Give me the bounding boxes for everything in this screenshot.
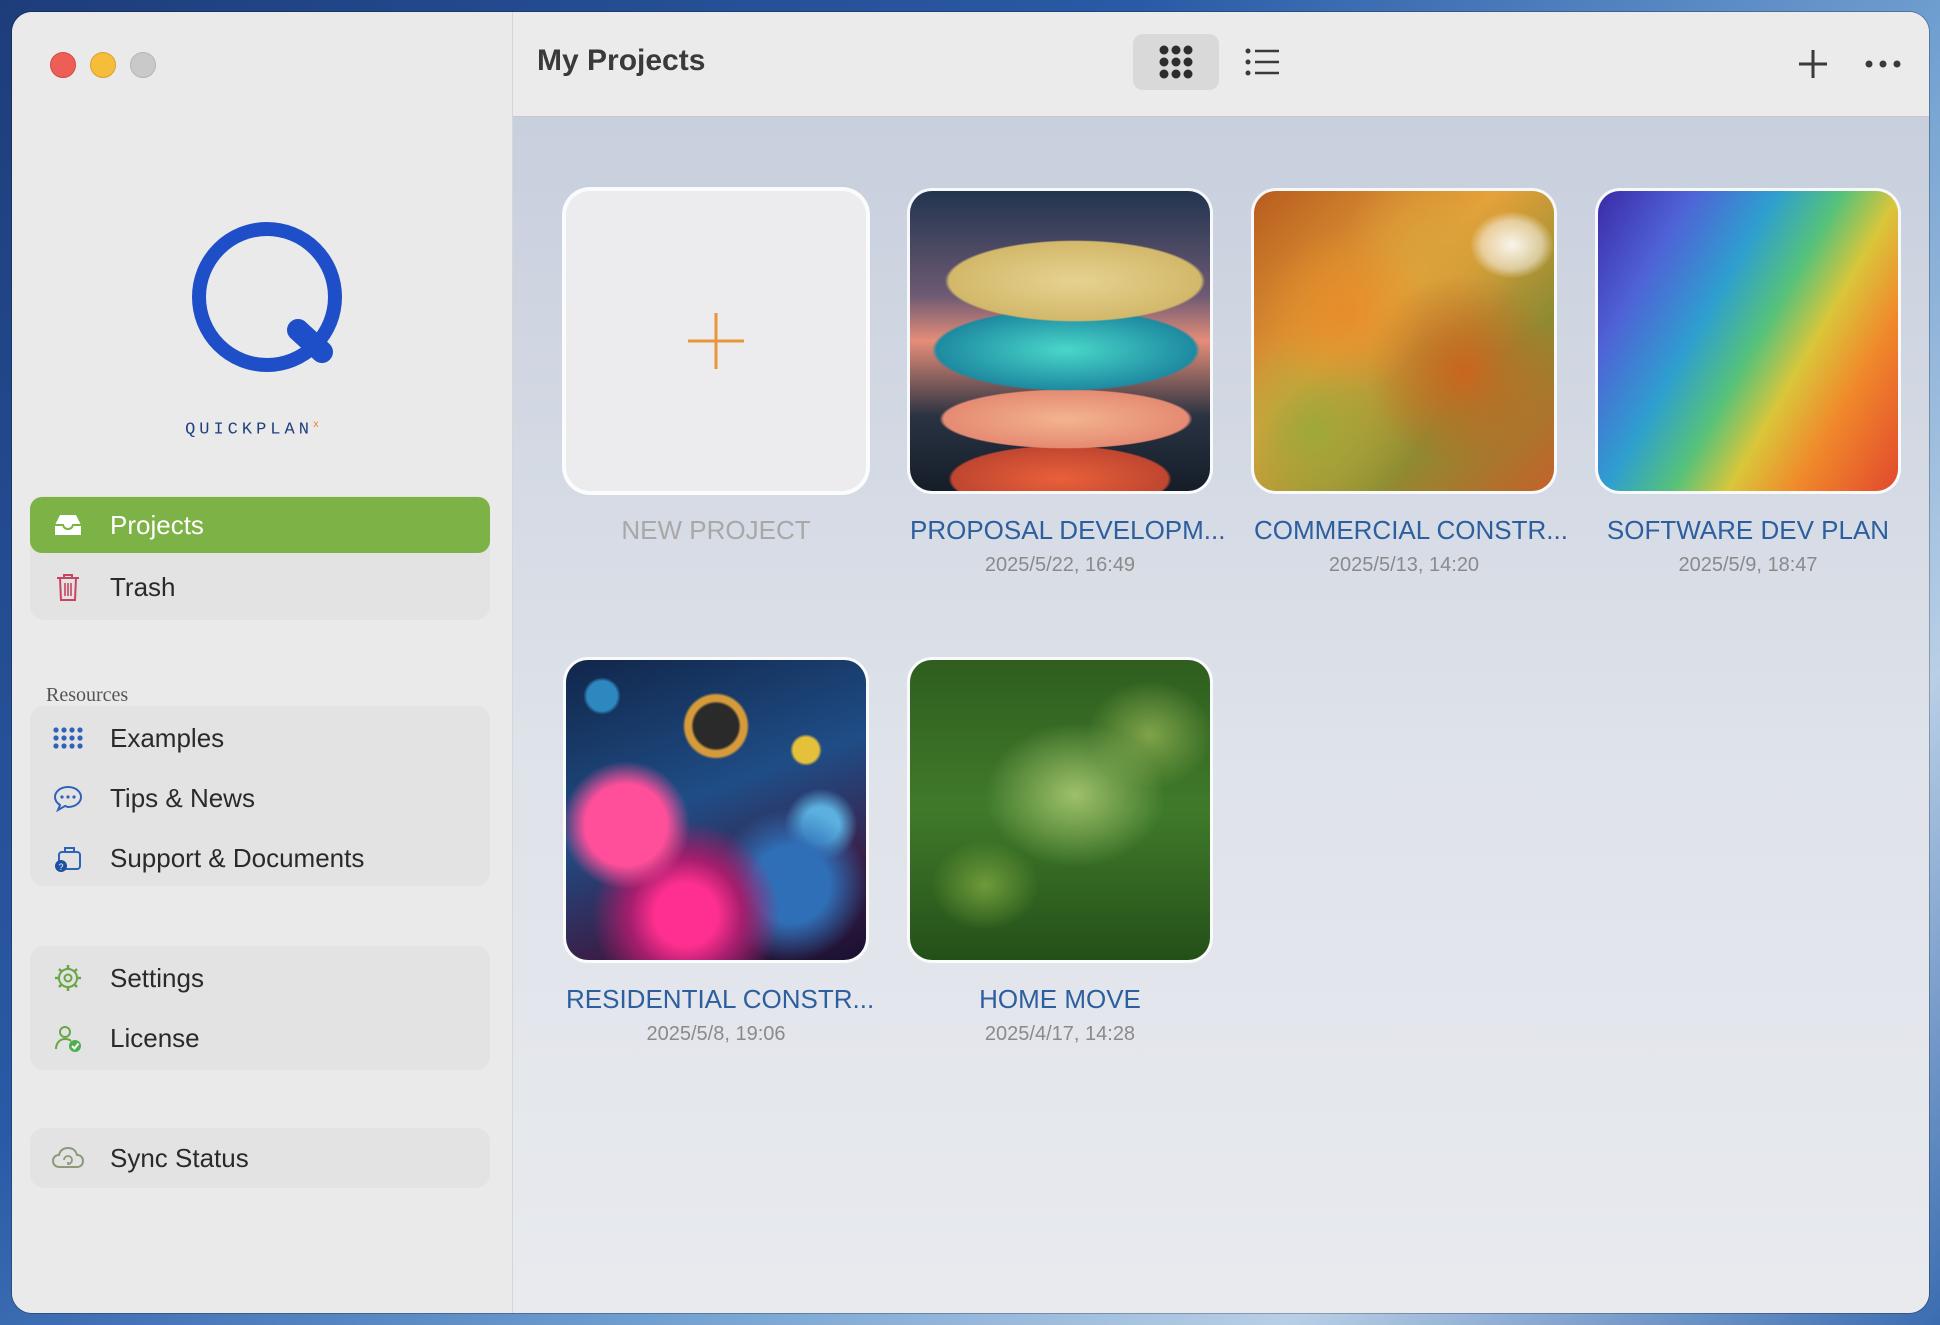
sidebar-item-trash[interactable]: Trash — [30, 559, 490, 615]
project-date: 2025/5/22, 16:49 — [984, 554, 1136, 576]
sidebar-item-label: Sync Status — [110, 1142, 249, 1173]
project-name: PROPOSAL DEVELOPM... — [910, 515, 1226, 545]
project-name: SOFTWARE DEV PLAN — [1606, 515, 1890, 545]
project-card[interactable]: SOFTWARE DEV PLAN 2025/5/9, 18:47 — [1598, 191, 1898, 577]
plus-icon — [688, 313, 744, 369]
sidebar: QUICKPLANx Projects Trash Resources Exam… — [12, 12, 513, 1313]
project-name: COMMERCIAL CONSTR... — [1254, 515, 1568, 545]
sidebar-item-label: Settings — [110, 962, 204, 993]
zoom-window-button[interactable] — [130, 52, 156, 78]
briefcase-question-icon: ? — [48, 838, 88, 878]
gear-icon — [48, 958, 88, 998]
project-date: 2025/5/8, 19:06 — [646, 1023, 786, 1045]
primary-nav-group: Projects Trash — [30, 496, 490, 620]
toolbar: My Projects — [513, 12, 1929, 117]
sync-group: Sync Status — [30, 1128, 490, 1188]
project-thumbnail[interactable] — [1254, 191, 1554, 491]
minimize-window-button[interactable] — [90, 52, 116, 78]
list-view-button[interactable] — [1233, 34, 1293, 90]
plus-icon[interactable] — [1793, 44, 1833, 84]
sidebar-item-label: License — [110, 1022, 200, 1053]
sidebar-item-examples[interactable]: Examples — [30, 710, 490, 766]
brand-mark: x — [312, 420, 319, 431]
list-icon — [1245, 48, 1279, 76]
brand-wordmark: QUICKPLANx — [185, 420, 319, 440]
sidebar-item-settings[interactable]: Settings — [30, 950, 490, 1006]
quickplan-logo-icon — [192, 222, 342, 372]
sidebar-item-label: Trash — [110, 571, 176, 602]
sidebar-item-label: Tips & News — [110, 782, 255, 813]
chat-bubble-icon — [48, 778, 88, 818]
sidebar-item-tips-news[interactable]: Tips & News — [30, 770, 490, 826]
svg-text:?: ? — [58, 862, 63, 872]
project-thumbnail[interactable] — [1598, 191, 1898, 491]
project-date: 2025/4/17, 14:28 — [984, 1023, 1136, 1045]
resources-heading: Resources — [46, 684, 129, 706]
page-title: My Projects — [537, 44, 706, 77]
new-project-label: NEW PROJECT — [621, 515, 811, 545]
resources-group: Examples Tips & News ? Support & Documen… — [30, 706, 490, 886]
project-card[interactable]: PROPOSAL DEVELOPM... 2025/5/22, 16:49 — [910, 191, 1226, 577]
trash-icon — [48, 567, 88, 607]
project-date: 2025/5/13, 14:20 — [1328, 554, 1480, 576]
projects-grid: NEW PROJECT PROPOSAL DEVELOPM... 2025/5/… — [513, 117, 1929, 1313]
grid-icon — [1159, 45, 1193, 79]
project-thumbnail[interactable] — [910, 191, 1210, 491]
grid-dots-icon — [48, 718, 88, 758]
close-window-button[interactable] — [50, 52, 76, 78]
sidebar-item-license[interactable]: License — [30, 1010, 490, 1066]
project-card[interactable]: COMMERCIAL CONSTR... 2025/5/13, 14:20 — [1254, 191, 1568, 577]
person-check-icon — [48, 1018, 88, 1058]
project-card[interactable]: RESIDENTIAL CONSTR... 2025/5/8, 19:06 — [566, 660, 875, 1046]
new-project-card[interactable]: NEW PROJECT — [566, 191, 866, 546]
ellipsis-icon[interactable] — [1861, 44, 1905, 84]
account-group: Settings License — [30, 946, 490, 1070]
sidebar-item-support-documents[interactable]: ? Support & Documents — [30, 830, 490, 886]
project-thumbnail[interactable] — [566, 660, 866, 960]
sidebar-item-label: Support & Documents — [110, 842, 365, 873]
sidebar-item-label: Examples — [110, 722, 225, 753]
project-date: 2025/5/9, 18:47 — [1678, 554, 1818, 576]
tray-icon — [48, 505, 88, 545]
cloud-sync-icon — [48, 1138, 88, 1178]
project-name: RESIDENTIAL CONSTR... — [566, 984, 875, 1014]
sidebar-item-label: Projects — [110, 509, 204, 540]
sidebar-item-sync-status[interactable]: Sync Status — [30, 1130, 490, 1186]
new-project-tile[interactable] — [566, 191, 866, 491]
app-window: QUICKPLANx Projects Trash Resources Exam… — [12, 12, 1929, 1313]
project-card[interactable]: HOME MOVE 2025/4/17, 14:28 — [910, 660, 1210, 1046]
grid-view-button[interactable] — [1133, 34, 1219, 90]
project-thumbnail[interactable] — [910, 660, 1210, 960]
project-name: HOME MOVE — [979, 984, 1141, 1014]
sidebar-item-projects[interactable]: Projects — [30, 497, 490, 553]
main-area: My Projects NEW PROJECT PROPOSAL DEVELOP… — [513, 12, 1929, 1313]
